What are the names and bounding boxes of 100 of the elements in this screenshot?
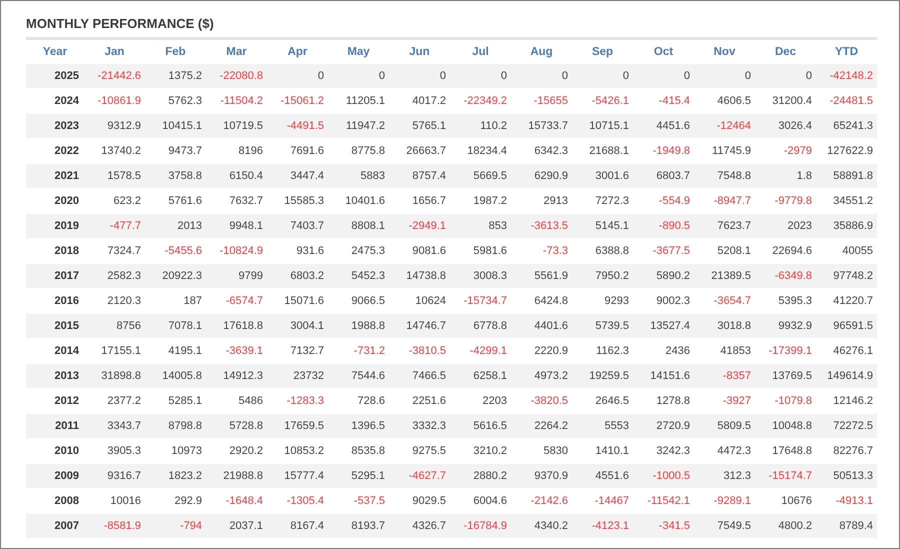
value-cell-text: 4472.3 bbox=[716, 444, 752, 459]
value-cell: 13527.4 bbox=[633, 314, 694, 338]
value-cell: 0 bbox=[755, 64, 816, 88]
value-cell: 7548.8 bbox=[694, 164, 755, 188]
column-header: Mar bbox=[206, 38, 267, 64]
value-cell-text: 5761.6 bbox=[167, 194, 203, 209]
value-cell-text: -3820.5 bbox=[530, 394, 569, 409]
value-cell-text: -22349.2 bbox=[462, 94, 508, 109]
column-header: Dec bbox=[755, 38, 816, 64]
value-cell: 1396.5 bbox=[328, 414, 389, 438]
value-cell-text: 2377.2 bbox=[106, 394, 142, 409]
value-cell-text: -3810.5 bbox=[408, 344, 447, 359]
value-cell-text: 5208.1 bbox=[716, 244, 752, 259]
value-cell: 3018.8 bbox=[694, 314, 755, 338]
value-cell: 5883 bbox=[328, 164, 389, 188]
value-cell: 0 bbox=[633, 64, 694, 88]
value-cell: -12464 bbox=[694, 114, 755, 138]
value-cell: 149614.9 bbox=[816, 364, 877, 388]
value-cell: 6258.1 bbox=[450, 364, 511, 388]
year-cell: 2015 bbox=[26, 314, 84, 338]
value-cell: 3004.1 bbox=[267, 314, 328, 338]
value-cell-text: 4195.1 bbox=[167, 344, 203, 359]
value-cell: -3613.5 bbox=[511, 214, 572, 238]
year-cell-text: 2010 bbox=[54, 444, 80, 459]
value-cell-text: 18234.4 bbox=[466, 144, 508, 159]
year-cell-text: 2018 bbox=[54, 244, 80, 259]
value-cell-text: -731.2 bbox=[352, 344, 386, 359]
column-header: Jul bbox=[450, 38, 511, 64]
value-cell-text: -5455.6 bbox=[164, 244, 203, 259]
value-cell: 6290.9 bbox=[511, 164, 572, 188]
value-cell: -6349.8 bbox=[755, 264, 816, 288]
value-cell: -21442.6 bbox=[84, 64, 145, 88]
value-cell: 6778.8 bbox=[450, 314, 511, 338]
value-cell: 8193.7 bbox=[328, 514, 389, 538]
year-cell: 2013 bbox=[26, 364, 84, 388]
value-cell: 23732 bbox=[267, 364, 328, 388]
value-cell: -15174.7 bbox=[755, 464, 816, 488]
value-cell: 1375.2 bbox=[145, 64, 206, 88]
value-cell: 14151.6 bbox=[633, 364, 694, 388]
value-cell: 0 bbox=[267, 64, 328, 88]
year-cell: 2021 bbox=[26, 164, 84, 188]
value-cell-text: 1656.7 bbox=[411, 194, 447, 209]
value-cell: 5553 bbox=[572, 414, 633, 438]
value-cell: 1.8 bbox=[755, 164, 816, 188]
year-cell-text: 2014 bbox=[54, 344, 80, 359]
value-cell-text: 13740.2 bbox=[100, 144, 142, 159]
value-cell-text: 17648.8 bbox=[771, 444, 813, 459]
value-cell: 7544.6 bbox=[328, 364, 389, 388]
value-cell-text: 4017.2 bbox=[411, 94, 447, 109]
value-cell: 0 bbox=[328, 64, 389, 88]
year-cell-text: 2008 bbox=[54, 494, 80, 509]
value-cell-text: -415.4 bbox=[658, 94, 691, 109]
year-cell-text: 2024 bbox=[54, 94, 80, 109]
value-cell: 72272.5 bbox=[816, 414, 877, 438]
value-cell: 0 bbox=[694, 64, 755, 88]
value-cell: -4627.7 bbox=[389, 464, 450, 488]
value-cell-text: -8947.7 bbox=[712, 194, 752, 209]
value-cell-text: -6574.7 bbox=[224, 294, 264, 309]
value-cell: 5295.1 bbox=[328, 464, 389, 488]
value-cell-text: 7272.3 bbox=[594, 194, 630, 209]
value-cell: 5145.1 bbox=[572, 214, 633, 238]
value-cell: 17659.5 bbox=[267, 414, 328, 438]
value-cell-text: 6388.8 bbox=[594, 244, 630, 259]
value-cell-text: -3927 bbox=[722, 394, 752, 409]
value-cell-text: -14467 bbox=[594, 494, 630, 509]
value-cell-text: -15655 bbox=[532, 94, 569, 109]
value-cell: -477.7 bbox=[84, 214, 145, 238]
value-cell-text: 31200.4 bbox=[771, 94, 813, 109]
value-cell-text: 7132.7 bbox=[289, 344, 325, 359]
value-cell: 4800.2 bbox=[755, 514, 816, 538]
value-cell-text: 41853 bbox=[719, 344, 752, 359]
value-cell: 3332.3 bbox=[389, 414, 450, 438]
value-cell: 0 bbox=[389, 64, 450, 88]
value-cell: 17618.8 bbox=[206, 314, 267, 338]
value-cell: 8789.4 bbox=[816, 514, 877, 538]
value-cell: 15777.4 bbox=[267, 464, 328, 488]
value-cell-text: 2920.2 bbox=[228, 444, 264, 459]
value-cell: 20922.3 bbox=[145, 264, 206, 288]
value-cell: 5890.2 bbox=[633, 264, 694, 288]
value-cell-text: -1079.8 bbox=[774, 394, 813, 409]
value-cell: 3001.6 bbox=[572, 164, 633, 188]
value-cell-text: 11205.1 bbox=[345, 94, 386, 109]
value-cell-text: 7324.7 bbox=[106, 244, 142, 259]
value-cell: 1988.8 bbox=[328, 314, 389, 338]
column-header: Oct bbox=[633, 38, 694, 64]
value-cell: 9799 bbox=[206, 264, 267, 288]
value-cell: 9312.9 bbox=[84, 114, 145, 138]
value-cell: 2013 bbox=[145, 214, 206, 238]
value-cell: 65241.3 bbox=[816, 114, 877, 138]
value-cell-text: -15734.7 bbox=[462, 294, 508, 309]
value-cell: 3026.4 bbox=[755, 114, 816, 138]
value-cell-text: 5285.1 bbox=[167, 394, 203, 409]
value-cell: 21389.5 bbox=[694, 264, 755, 288]
value-cell: 5616.5 bbox=[450, 414, 511, 438]
value-cell: 2582.3 bbox=[84, 264, 145, 288]
value-cell-text: 10624 bbox=[414, 294, 447, 309]
value-cell: -341.5 bbox=[633, 514, 694, 538]
value-cell: 0 bbox=[511, 64, 572, 88]
value-cell: 97748.2 bbox=[816, 264, 877, 288]
column-header: Jun bbox=[389, 38, 450, 64]
